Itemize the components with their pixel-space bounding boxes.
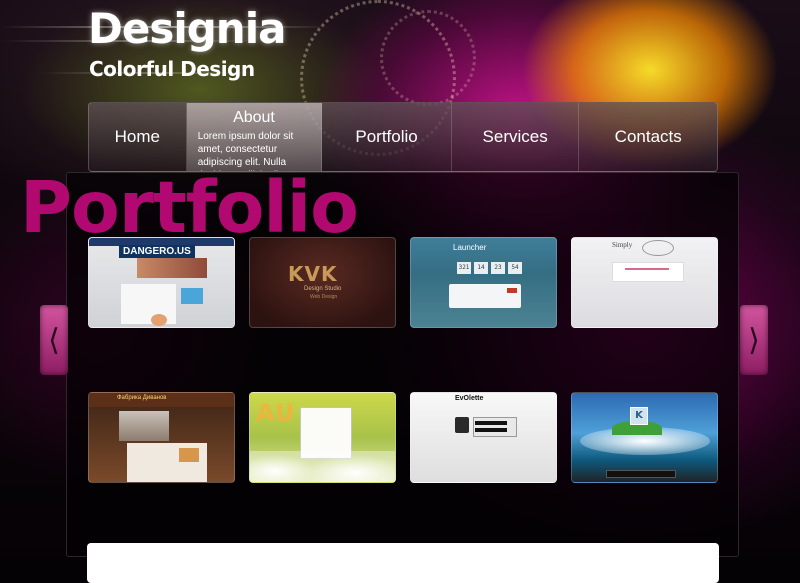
thumb-subtitle: Design Studio [304,286,342,292]
thumb-field [475,421,507,425]
thumb-ornament [642,240,674,256]
thumb-counter: 321 [457,262,471,274]
nav-item-contacts[interactable]: Contacts [579,103,717,171]
next-arrow-button[interactable]: ⟩ [740,305,768,375]
thumb-counter: 14 [474,262,488,274]
nav-label: Portfolio [355,127,418,146]
thumb-logo-letter: K [635,410,643,421]
nav-label: Home [114,127,161,146]
thumb-button [507,288,517,293]
thumb-logo: KVK [288,262,338,286]
footer-panel [87,543,719,583]
portfolio-thumbnail[interactable]: EvOlette [410,392,557,483]
portfolio-thumbnail[interactable]: Launcher 321 14 23 54 [410,237,557,328]
thumb-title: AU [256,399,296,427]
thumb-banner [137,258,207,278]
portfolio-thumbnail[interactable]: Simply [571,237,718,328]
thumb-field [475,428,507,432]
lock-icon [455,417,469,433]
nav-item-portfolio[interactable]: Portfolio [322,103,452,171]
thumb-clouds [250,451,395,482]
nav-label: About [233,109,275,126]
thumb-dock [606,470,676,478]
thumb-content [121,284,176,324]
main-nav: Home About Lorem ipsum dolor sit amet, c… [88,102,718,172]
portfolio-thumbnail[interactable]: DANGERO.US [88,237,235,328]
thumb-logo: Фабрика Диванов [117,395,167,401]
site-tagline: Colorful Design [89,57,255,81]
portfolio-thumbnail[interactable]: K [571,392,718,483]
portfolio-thumbnail[interactable]: Фабрика Диванов [88,392,235,483]
portfolio-heading: Portfolio [20,166,359,249]
chevron-right-icon: ⟩ [748,322,760,358]
site-title[interactable]: Designia [88,4,286,53]
thumb-form [473,417,517,437]
thumb-subtitle: Web Design [310,294,338,300]
decorative-dot-ring [380,10,476,106]
nav-item-about[interactable]: About Lorem ipsum dolor sit amet, consec… [186,103,323,171]
prev-arrow-button[interactable]: ⟨ [40,305,68,375]
thumb-line [625,268,669,270]
thumb-counter: 54 [508,262,522,274]
thumb-box [612,262,684,282]
thumb-logo: DANGERO.US [119,245,195,258]
thumb-title: EvOlette [455,395,484,402]
chevron-left-icon: ⟨ [48,322,60,358]
thumb-image [119,411,169,441]
thumb-counter: 23 [491,262,505,274]
thumb-title: Launcher [453,243,487,252]
portfolio-thumbnail[interactable]: KVK Design Studio Web Design [249,237,396,328]
portfolio-thumbnail[interactable]: AU [249,392,396,483]
nav-label: Services [482,127,548,146]
thumb-image [181,288,203,304]
thumb-image [151,314,167,326]
nav-label: Contacts [614,127,682,146]
nav-item-services[interactable]: Services [452,103,580,171]
thumb-title: Simply [612,241,633,249]
thumb-logo: K [630,407,648,425]
thumb-image [179,448,199,462]
nav-item-home[interactable]: Home [89,103,187,171]
